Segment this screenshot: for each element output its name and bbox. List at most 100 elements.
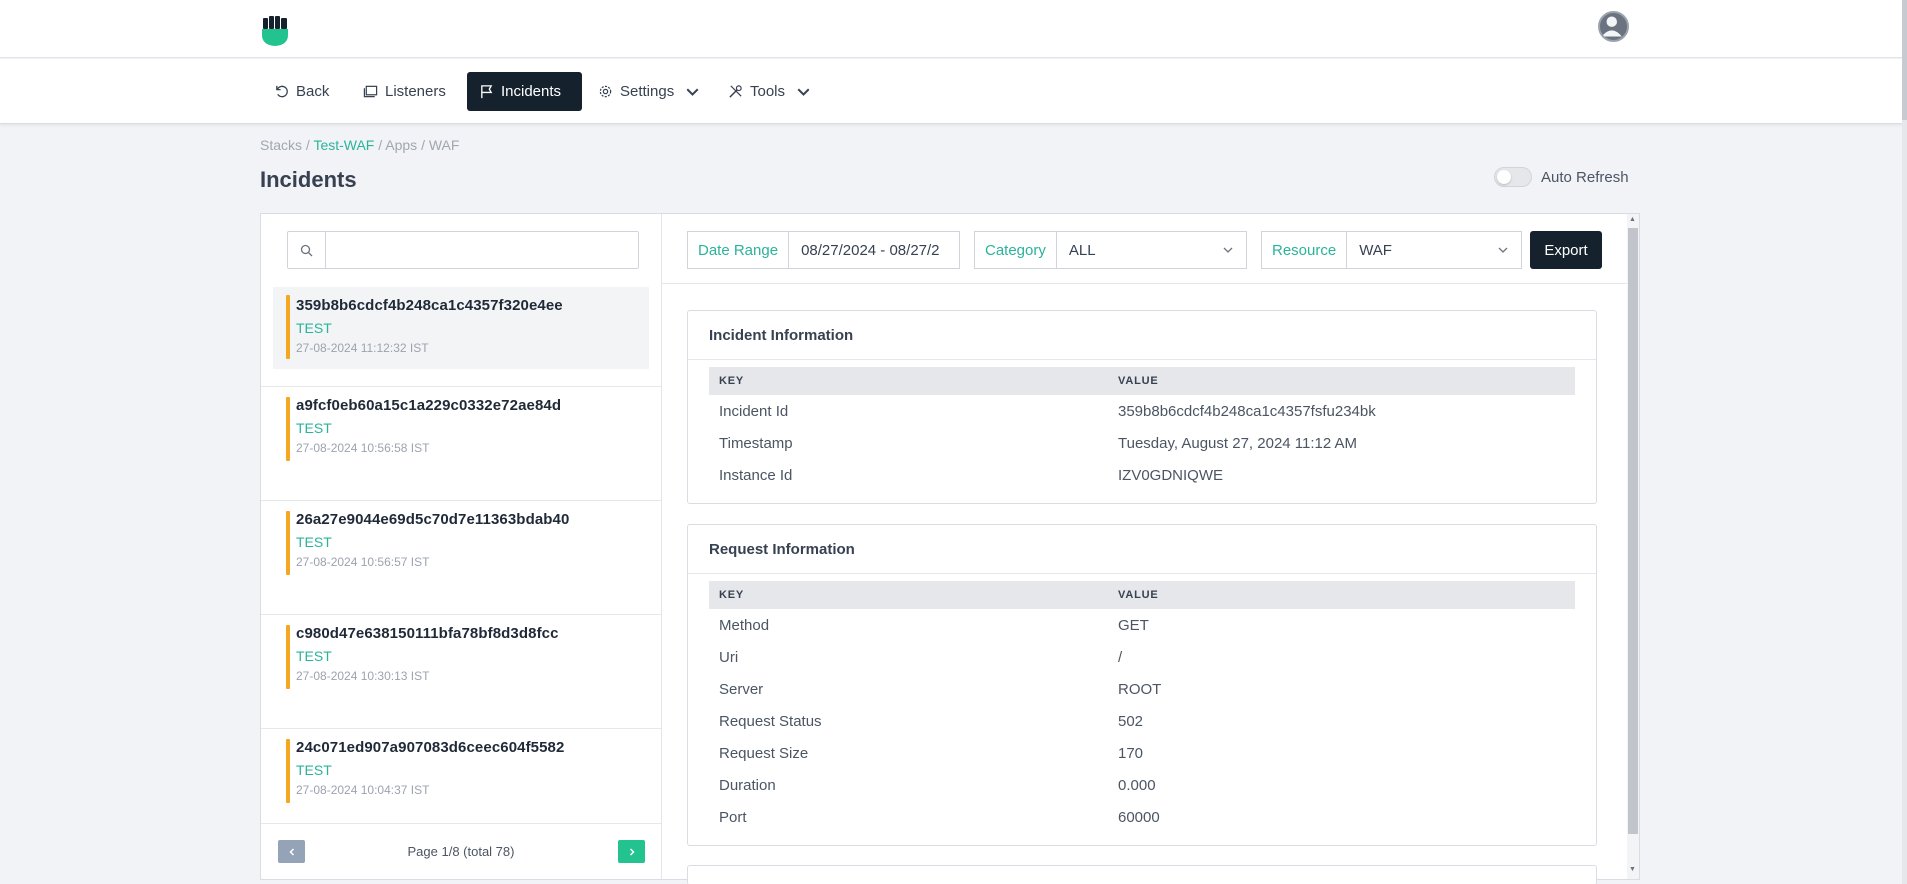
scroll-down-icon[interactable]: ▼ <box>1629 866 1636 873</box>
row-key: Uri <box>719 648 739 666</box>
row-key: Duration <box>719 776 776 794</box>
nav-back-label: Back <box>296 83 330 100</box>
date-range-filter[interactable]: Date Range 08/27/2024 - 08/27/2 <box>687 231 960 269</box>
auto-refresh: Auto Refresh <box>1494 167 1629 187</box>
row-value: GET <box>1118 616 1149 634</box>
flag-icon <box>481 85 493 99</box>
category-select[interactable]: ALL <box>1057 232 1246 268</box>
breadcrumb-app: WAF <box>428 137 460 153</box>
row-value: / <box>1118 648 1123 666</box>
row-value: ROOT <box>1118 680 1162 698</box>
incident-item[interactable]: 26a27e9044e69d5c70d7e11363bdab40 TEST 27… <box>261 501 661 615</box>
table-row: Instance Id IZV0GDNIQWE <box>709 459 1575 491</box>
page-title: Incidents <box>260 167 357 192</box>
incident-time: 27-08-2024 10:56:57 IST <box>296 555 430 569</box>
row-key: Request Status <box>719 712 822 730</box>
row-value: IZV0GDNIQWE <box>1118 466 1224 484</box>
severity-bar <box>286 739 290 803</box>
row-value: Tuesday, August 27, 2024 11:12 AM <box>1118 434 1358 452</box>
row-key: Timestamp <box>719 434 793 452</box>
next-page-button[interactable] <box>618 840 645 863</box>
severity-bar <box>286 397 290 461</box>
row-key: Server <box>719 680 764 698</box>
incident-id: 24c071ed907a907083d6ceec604f5582 <box>296 739 565 756</box>
nav-back[interactable]: Back <box>262 72 341 111</box>
brand-logo-icon[interactable] <box>260 15 290 47</box>
user-icon <box>1601 16 1622 37</box>
undo-icon <box>276 85 288 98</box>
user-avatar[interactable] <box>1598 11 1629 42</box>
nav-incidents-label: Incidents <box>501 83 562 100</box>
nav-listeners-label: Listeners <box>385 83 446 100</box>
resource-label: Resource <box>1262 232 1348 268</box>
category-value: ALL <box>1068 241 1096 259</box>
detail-scrollbar-thumb[interactable] <box>1628 228 1638 834</box>
incident-detail-pane: Date Range 08/27/2024 - 08/27/2 Category… <box>662 214 1639 884</box>
incident-info-table: KEY VALUE Incident Id 359b8b6cdcf4b248ca1… <box>709 367 1575 491</box>
row-value: 60000 <box>1118 808 1160 826</box>
breadcrumb-stacks[interactable]: Stacks <box>260 137 302 153</box>
breadcrumb-separator: / <box>417 137 429 153</box>
nav-listeners[interactable]: Listeners <box>351 72 458 111</box>
nav-incidents[interactable]: Incidents <box>467 72 582 111</box>
nav-tools[interactable]: Tools <box>716 72 823 111</box>
row-key: Method <box>719 616 770 634</box>
incident-time: 27-08-2024 10:04:37 IST <box>296 783 430 797</box>
page-scrollbar-thumb[interactable] <box>1902 0 1907 120</box>
incident-id: 359b8b6cdcf4b248ca1c4357f320e4ee <box>296 297 563 314</box>
auto-refresh-label: Auto Refresh <box>1541 168 1629 186</box>
value-header: VALUE <box>1108 367 1575 395</box>
breadcrumb: Stacks / Test-WAF / Apps / WAF <box>260 137 459 153</box>
detail-scrollbar[interactable]: ▲ ▼ <box>1627 214 1639 879</box>
request-information-card: Request Information KEY VALUE Method GET … <box>687 524 1597 846</box>
scroll-up-icon[interactable]: ▲ <box>1629 216 1636 223</box>
table-row: Method GET <box>709 609 1575 641</box>
table-row: Server ROOT <box>709 673 1575 705</box>
row-key: Incident Id <box>719 402 789 420</box>
nav-tools-label: Tools <box>750 83 786 100</box>
auto-refresh-toggle[interactable] <box>1494 167 1532 187</box>
resource-select[interactable]: WAF <box>1347 232 1521 268</box>
incident-item[interactable]: 24c071ed907a907083d6ceec604f5582 TEST 27… <box>261 729 661 820</box>
chevron-right-icon <box>629 847 635 856</box>
request-info-table: KEY VALUE Method GET Uri / Server ROOT Requ… <box>709 581 1575 833</box>
page-scrollbar[interactable] <box>1902 0 1907 884</box>
incident-category: TEST <box>296 648 332 664</box>
filter-bar: Date Range 08/27/2024 - 08/27/2 Category… <box>662 214 1627 284</box>
key-header: KEY <box>709 581 1108 609</box>
date-range-label: Date Range <box>688 232 790 268</box>
table-row: Incident Id 359b8b6cdcf4b248ca1c4357fsfu2… <box>709 395 1575 427</box>
incident-item-selected[interactable]: 359b8b6cdcf4b248ca1c4357f320e4ee TEST 27… <box>273 287 649 369</box>
search-input[interactable] <box>326 232 638 268</box>
breadcrumb-stack-link[interactable]: Test-WAF <box>313 137 374 153</box>
breadcrumb-separator: / <box>302 137 314 153</box>
date-range-value[interactable]: 08/27/2024 - 08/27/2 <box>789 232 959 268</box>
incident-item[interactable]: c980d47e638150111bfa78bf8d3d8fcc TEST 27… <box>261 615 661 729</box>
resource-value: WAF <box>1359 241 1392 259</box>
export-button[interactable]: Export <box>1530 231 1602 269</box>
breadcrumb-apps[interactable]: Apps <box>385 137 417 153</box>
severity-bar <box>286 511 290 575</box>
row-key: Port <box>719 808 747 826</box>
card-title: Request Information <box>688 525 1596 574</box>
row-key: Instance Id <box>719 466 793 484</box>
breadcrumb-separator: / <box>374 137 386 153</box>
resource-filter[interactable]: Resource WAF <box>1261 231 1522 269</box>
table-row: Timestamp Tuesday, August 27, 2024 11:12 … <box>709 427 1575 459</box>
next-info-card <box>687 865 1597 884</box>
row-key: Request Size <box>719 744 809 762</box>
chevron-down-icon <box>1498 247 1508 253</box>
incidents-panel: 359b8b6cdcf4b248ca1c4357f320e4ee TEST 27… <box>260 213 1640 884</box>
nav-settings-label: Settings <box>620 83 675 100</box>
row-value: 502 <box>1118 712 1144 730</box>
incident-list: 359b8b6cdcf4b248ca1c4357f320e4ee TEST 27… <box>261 287 661 820</box>
incident-category: TEST <box>296 534 332 550</box>
incident-category: TEST <box>296 320 332 336</box>
incident-category: TEST <box>296 420 332 436</box>
category-filter[interactable]: Category ALL <box>974 231 1247 269</box>
nav-settings[interactable]: Settings <box>586 72 712 111</box>
value-header: VALUE <box>1108 581 1575 609</box>
incident-item[interactable]: a9fcf0eb60a15c1a229c0332e72ae84d TEST 27… <box>261 387 661 501</box>
table-row: Uri / <box>709 641 1575 673</box>
main-nav: Back Listeners Incidents Settings Tools <box>0 59 1907 124</box>
